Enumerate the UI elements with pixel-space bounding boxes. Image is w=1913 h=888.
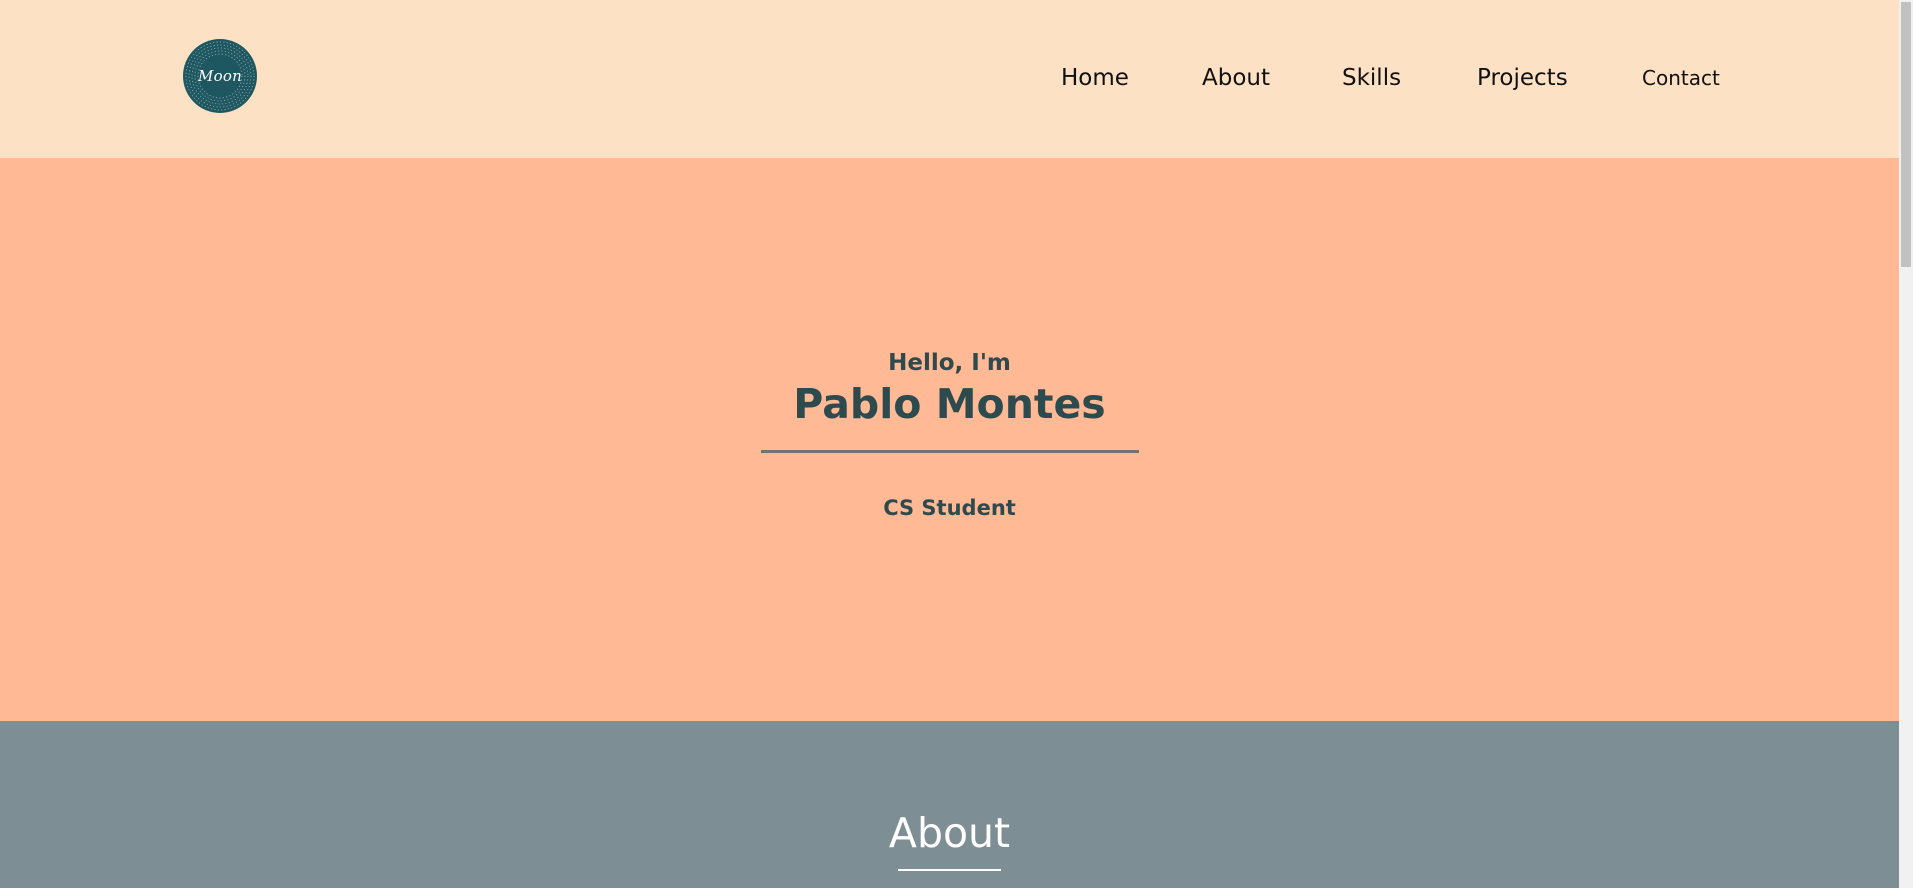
hero-greeting: Hello, I'm [888, 350, 1011, 376]
scrollbar-thumb[interactable] [1901, 2, 1911, 267]
site-header: Moon Home About Skills Projects Contact [0, 0, 1899, 158]
hero-name: Pablo Montes [793, 380, 1106, 428]
about-underline [898, 869, 1001, 871]
page: Moon Home About Skills Projects Contact … [0, 0, 1913, 888]
hero-role: CS Student [883, 496, 1016, 520]
about-title: About [888, 809, 1011, 857]
nav-home-link[interactable]: Home [1061, 62, 1129, 94]
hero-divider [761, 450, 1139, 453]
about-section: About [0, 721, 1899, 888]
nav-projects-link[interactable]: Projects [1477, 62, 1568, 94]
nav-contact-link[interactable]: Contact [1642, 62, 1720, 94]
vertical-scrollbar[interactable] [1899, 0, 1913, 888]
hero-section: Hello, I'm Pablo Montes CS Student [0, 158, 1899, 721]
nav-about-link[interactable]: About [1202, 62, 1270, 94]
main-nav: Home About Skills Projects Contact [0, 62, 1899, 94]
nav-skills-link[interactable]: Skills [1342, 62, 1401, 94]
